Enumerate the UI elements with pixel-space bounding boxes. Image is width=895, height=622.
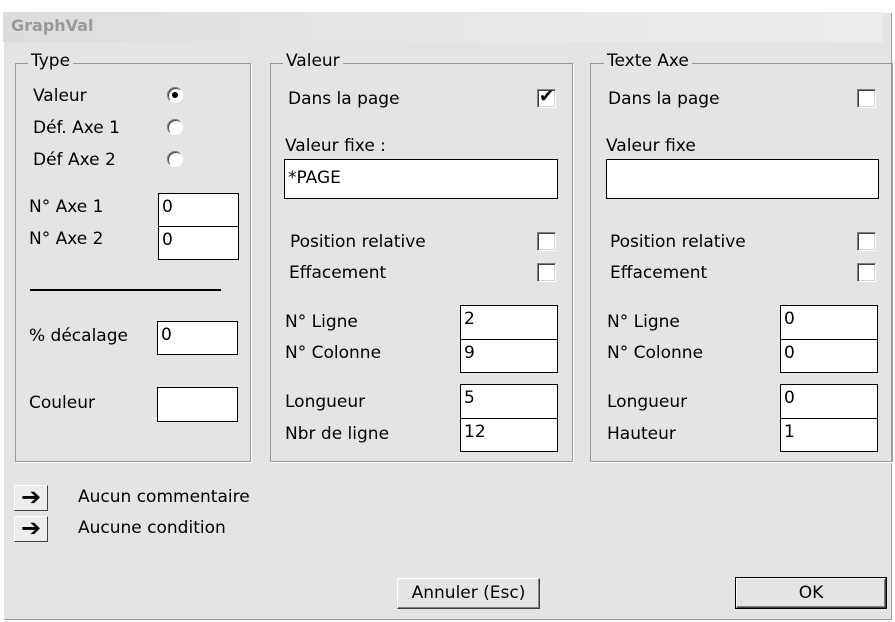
valeur-dans-page-label: Dans la page — [288, 89, 400, 109]
decalage-label: % décalage — [29, 326, 128, 346]
checkmark-icon: ✔ — [539, 86, 555, 107]
window-title: GraphVal — [11, 16, 94, 35]
comment-arrow-button[interactable]: ➔ — [14, 485, 48, 511]
radio-label-def-axe-1: Déf. Axe 1 — [33, 118, 120, 138]
texte-valeur-fixe-input[interactable] — [606, 159, 879, 199]
valeur-nbr-ligne-input[interactable]: 12 — [460, 418, 558, 452]
axe1-input[interactable]: 0 — [158, 193, 239, 227]
valeur-ligne-input[interactable]: 2 — [460, 305, 558, 340]
texte-effacement-checkbox[interactable] — [857, 263, 876, 282]
axe2-label: N° Axe 2 — [29, 229, 104, 249]
texte-longueur-input[interactable]: 0 — [780, 384, 878, 419]
valeur-ligne-label: N° Ligne — [285, 312, 358, 332]
valeur-group-legend: Valeur — [283, 51, 343, 71]
radio-label-def-axe-2: Déf Axe 2 — [33, 150, 116, 170]
radio-label-valeur: Valeur — [33, 86, 87, 106]
valeur-effacement-label: Effacement — [289, 263, 387, 283]
separator-line — [30, 289, 221, 291]
couleur-swatch[interactable] — [157, 387, 238, 422]
axe2-input[interactable]: 0 — [158, 226, 239, 260]
texte-dans-page-label: Dans la page — [608, 89, 720, 109]
texte-colonne-input[interactable]: 0 — [780, 339, 878, 373]
texte-dans-page-checkbox[interactable] — [857, 89, 876, 108]
ok-button[interactable]: OK — [735, 577, 887, 609]
arrow-right-icon: ➔ — [20, 514, 42, 542]
texte-colonne-label: N° Colonne — [607, 343, 704, 363]
texte-ligne-label: N° Ligne — [607, 312, 680, 332]
radio-def-axe-2[interactable] — [167, 151, 183, 167]
radio-selected-dot — [172, 92, 178, 98]
valeur-nbr-ligne-label: Nbr de ligne — [285, 424, 390, 444]
texte-longueur-label: Longueur — [607, 392, 688, 412]
couleur-label: Couleur — [29, 393, 95, 413]
valeur-longueur-label: Longueur — [285, 392, 366, 412]
texte-position-relative-checkbox[interactable] — [857, 232, 876, 251]
radio-valeur[interactable] — [167, 87, 183, 103]
valeur-fixe-input[interactable]: *PAGE — [284, 159, 558, 199]
texte-hauteur-label: Hauteur — [607, 424, 676, 444]
valeur-longueur-input[interactable]: 5 — [460, 384, 558, 419]
cancel-button[interactable]: Annuler (Esc) — [397, 578, 540, 609]
texte-hauteur-input[interactable]: 1 — [780, 418, 878, 452]
texte-effacement-label: Effacement — [610, 263, 708, 283]
arrow-right-icon: ➔ — [20, 483, 42, 511]
type-group-legend: Type — [28, 51, 74, 71]
valeur-effacement-checkbox[interactable] — [537, 263, 556, 282]
condition-arrow-button[interactable]: ➔ — [14, 516, 48, 542]
valeur-colonne-label: N° Colonne — [285, 343, 382, 363]
valeur-colonne-input[interactable]: 9 — [460, 339, 558, 373]
texte-valeur-fixe-label: Valeur fixe — [606, 136, 696, 156]
radio-def-axe-1[interactable] — [167, 119, 183, 135]
valeur-position-relative-checkbox[interactable] — [537, 232, 556, 251]
axe1-label: N° Axe 1 — [29, 197, 104, 217]
title-bar[interactable]: GraphVal — [3, 12, 883, 42]
comment-label: Aucun commentaire — [78, 487, 250, 507]
valeur-fixe-label: Valeur fixe : — [285, 136, 386, 156]
valeur-dans-page-checkbox[interactable]: ✔ — [537, 86, 556, 108]
texte-axe-group-legend: Texte Axe — [604, 51, 692, 71]
condition-label: Aucune condition — [78, 518, 226, 538]
valeur-position-relative-label: Position relative — [290, 232, 426, 252]
texte-ligne-input[interactable]: 0 — [780, 305, 878, 340]
decalage-input[interactable]: 0 — [157, 321, 238, 355]
texte-position-relative-label: Position relative — [610, 232, 746, 252]
